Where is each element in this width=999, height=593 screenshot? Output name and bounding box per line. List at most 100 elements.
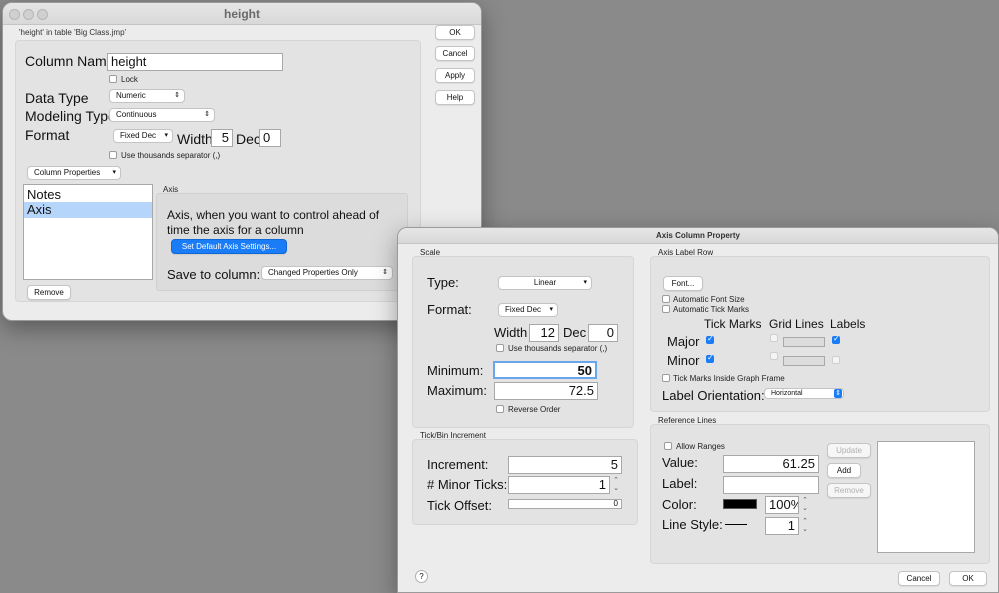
ref-value-label: Value: <box>662 455 698 470</box>
scale-dec-input[interactable]: 0 <box>588 324 618 342</box>
ref-color-swatch[interactable] <box>723 499 757 509</box>
label-orientation-select[interactable]: Horizontal ⇕ <box>764 388 844 399</box>
maximum-label: Maximum: <box>427 383 487 398</box>
axis-description-text: Axis, when you want to control ahead of … <box>167 208 380 237</box>
minimum-label: Minimum: <box>427 363 484 378</box>
major-grid-color-swatch[interactable] <box>783 337 825 347</box>
scale-thousands-label: Use thousands separator (,) <box>508 344 608 353</box>
updown-arrows-icon: ⇕ <box>382 269 388 276</box>
minor-grid-lines-checkbox[interactable] <box>770 352 778 360</box>
dec-label: Dec <box>236 131 261 147</box>
remove-property-button[interactable]: Remove <box>27 285 71 300</box>
modeling-type-value: Continuous <box>116 110 157 119</box>
ref-opacity-input[interactable]: 100% <box>765 496 799 514</box>
lock-label: Lock <box>121 75 138 84</box>
auto-tick-marks-label: Automatic Tick Marks <box>673 305 750 314</box>
updown-arrows-icon: ⇕ <box>174 92 180 99</box>
minor-tick-marks-checkbox[interactable] <box>706 353 714 363</box>
chevron-down-icon: ▾ <box>164 132 168 139</box>
tick-offset-input[interactable]: 0 <box>508 499 622 509</box>
type-select[interactable]: Linear ▾ <box>498 276 592 290</box>
column-properties-menu[interactable]: Column Properties ▾ <box>27 166 121 180</box>
modeling-type-label: Modeling Type <box>25 108 116 124</box>
ref-update-button[interactable]: Update <box>827 443 871 458</box>
axis-property-window: Axis Column Property Scale Type: Linear … <box>397 227 999 593</box>
save-to-column-select[interactable]: Changed Properties Only ⇕ <box>261 266 393 280</box>
updown-arrows-icon: ⇕ <box>204 111 210 118</box>
axis-cancel-button[interactable]: Cancel <box>898 571 940 586</box>
zoom-window-icon[interactable] <box>37 9 48 20</box>
ok-button[interactable]: OK <box>435 25 475 40</box>
help-icon[interactable]: ? <box>415 570 428 583</box>
tick-inside-checkbox[interactable] <box>662 374 670 382</box>
save-to-column-value: Changed Properties Only <box>268 268 358 277</box>
maximum-input[interactable]: 72.5 <box>494 382 598 400</box>
labels-header: Labels <box>830 317 866 331</box>
list-item-axis[interactable]: Axis <box>24 202 152 218</box>
list-item-notes[interactable]: Notes <box>24 185 152 202</box>
ref-remove-button[interactable]: Remove <box>827 483 871 498</box>
ref-color-label: Color: <box>662 497 697 512</box>
ref-value-input[interactable]: 61.25 <box>723 455 819 473</box>
ref-add-button[interactable]: Add <box>827 463 861 478</box>
minor-grid-color-swatch[interactable] <box>783 356 825 366</box>
ref-label-label: Label: <box>662 476 698 491</box>
column-name-label: Column Name <box>25 53 115 69</box>
close-window-icon[interactable] <box>9 9 20 20</box>
chevron-down-icon: ▾ <box>549 306 553 313</box>
data-type-select[interactable]: Numeric ⇕ <box>109 89 185 103</box>
properties-list[interactable]: Notes Axis <box>23 184 153 280</box>
set-default-axis-button[interactable]: Set Default Axis Settings... <box>171 239 287 254</box>
reverse-order-checkbox[interactable] <box>496 405 504 413</box>
chevron-down-icon: ▾ <box>583 279 587 286</box>
data-type-label: Data Type <box>25 90 89 106</box>
scale-dec-label: Dec <box>563 325 587 340</box>
increment-input[interactable]: 5 <box>508 456 622 474</box>
axis-ok-button[interactable]: OK <box>949 571 987 586</box>
allow-ranges-label: Allow Ranges <box>676 442 725 451</box>
minor-labels-checkbox[interactable] <box>832 356 840 364</box>
thousands-separator-label: Use thousands separator (,) <box>121 151 221 160</box>
minimize-window-icon[interactable] <box>23 9 34 20</box>
reference-lines-list[interactable] <box>877 441 975 553</box>
line-style-sample[interactable] <box>725 524 747 525</box>
dec-input[interactable]: 0 <box>259 129 281 147</box>
modeling-type-select[interactable]: Continuous ⇕ <box>109 108 215 122</box>
type-value: Linear <box>533 278 557 287</box>
tick-marks-header: Tick Marks <box>704 317 762 331</box>
thousands-separator-checkbox[interactable] <box>109 151 117 159</box>
allow-ranges-checkbox[interactable] <box>664 442 672 450</box>
minor-ticks-label: # Minor Ticks: <box>427 477 508 492</box>
apply-button[interactable]: Apply <box>435 68 475 83</box>
cancel-button[interactable]: Cancel <box>435 46 475 61</box>
format-select[interactable]: Fixed Dec ▾ <box>113 129 173 143</box>
minimum-input[interactable]: 50 <box>493 361 597 379</box>
scale-format-select[interactable]: Fixed Dec ▾ <box>498 303 558 317</box>
reverse-order-label: Reverse Order <box>508 405 561 414</box>
ref-line-width-stepper[interactable]: ⌃ ⌄ <box>801 518 809 536</box>
format-value: Fixed Dec <box>120 131 157 140</box>
column-info-titlebar: height <box>3 3 481 25</box>
scale-width-input[interactable]: 12 <box>529 324 559 342</box>
increment-label: Increment: <box>427 457 489 472</box>
column-name-input[interactable]: height <box>107 53 283 71</box>
tick-inside-label: Tick Marks Inside Graph Frame <box>673 374 785 383</box>
auto-tick-marks-checkbox[interactable] <box>662 305 670 313</box>
width-input[interactable]: 5 <box>211 129 233 147</box>
minor-ticks-stepper[interactable]: ⌃ ⌄ <box>612 477 620 495</box>
ref-line-width-input[interactable]: 1 <box>765 517 799 535</box>
major-tick-marks-checkbox[interactable] <box>706 334 714 344</box>
font-button[interactable]: Font... <box>663 276 703 291</box>
major-labels-checkbox[interactable] <box>832 334 840 344</box>
ref-label-input[interactable] <box>723 476 819 494</box>
major-grid-lines-checkbox[interactable] <box>770 334 778 342</box>
auto-font-size-label: Automatic Font Size <box>673 295 745 304</box>
scale-width-label: Width <box>494 325 528 340</box>
ref-opacity-stepper[interactable]: ⌃ ⌄ <box>801 497 809 515</box>
scale-thousands-checkbox[interactable] <box>496 344 504 352</box>
help-button[interactable]: Help <box>435 90 475 105</box>
save-to-column-label: Save to column: <box>167 267 261 282</box>
auto-font-size-checkbox[interactable] <box>662 295 670 303</box>
lock-checkbox[interactable] <box>109 75 117 83</box>
minor-ticks-input[interactable]: 1 <box>508 476 610 494</box>
